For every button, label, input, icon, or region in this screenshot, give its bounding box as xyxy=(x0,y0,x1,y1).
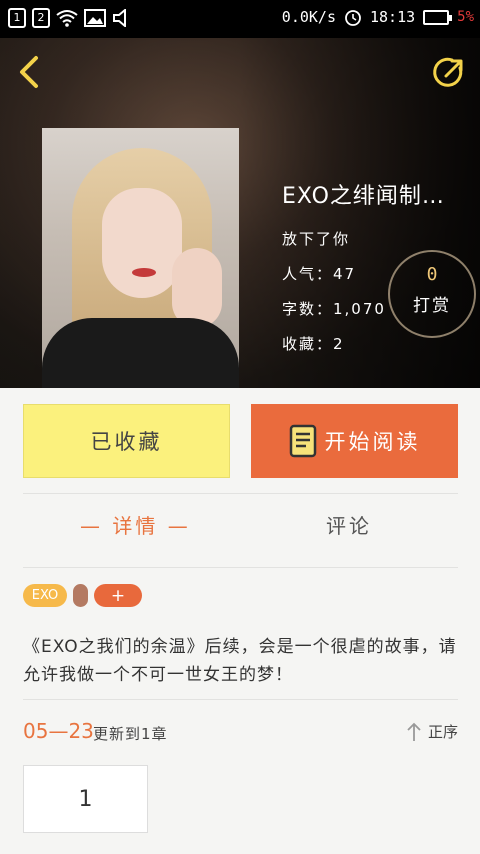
image-icon xyxy=(84,9,106,27)
update-date: 05—23 xyxy=(23,719,94,743)
sim1-icon: 1 xyxy=(8,8,26,28)
start-reading-button[interactable]: 开始阅读 xyxy=(251,404,458,478)
chapter-item[interactable]: 1 xyxy=(23,765,148,833)
tab-detail[interactable]: — 详情 — xyxy=(80,510,191,539)
start-reading-label: 开始阅读 xyxy=(324,430,421,454)
book-description: 《EXO之我们的余温》后续，会是一个很虐的故事，请允许我做一个不可一世女王的梦！ xyxy=(23,637,457,685)
sort-order-label: 正序 xyxy=(427,723,458,741)
book-icon xyxy=(289,424,316,458)
book-title: EXO之绯闻制… xyxy=(282,184,445,209)
update-row: 05—23 更新到1章 正序 xyxy=(23,717,458,747)
sort-order-button[interactable]: 正序 xyxy=(406,721,458,742)
tag-list: EXO + xyxy=(23,584,142,607)
tag-exo[interactable]: EXO xyxy=(23,584,67,607)
clock: 18:13 xyxy=(369,8,416,26)
volume-icon xyxy=(113,9,126,27)
divider xyxy=(23,567,458,568)
book-author[interactable]: 放下了你 xyxy=(282,228,472,249)
favorited-button[interactable]: 已收藏 xyxy=(23,404,230,478)
tab-comment[interactable]: 评论 xyxy=(326,510,372,539)
arrow-up-icon xyxy=(407,722,421,741)
book-cover-image xyxy=(42,128,239,388)
add-tag-button[interactable]: + xyxy=(94,584,142,607)
back-arrow-icon[interactable] xyxy=(14,54,46,90)
wifi-icon xyxy=(56,10,78,27)
favorited-label: 已收藏 xyxy=(90,430,163,454)
divider xyxy=(23,493,458,494)
tip-label: 打赏 xyxy=(413,296,451,316)
divider xyxy=(23,699,458,700)
tip-button[interactable]: 0 打赏 xyxy=(388,250,476,338)
battery-icon xyxy=(423,9,453,25)
network-speed: 0.0K/s xyxy=(281,8,336,26)
status-bar: 1 2 0.0K/s 18:13 5% xyxy=(0,0,480,38)
battery-percent: 5% xyxy=(457,9,474,25)
book-header: EXO之绯闻制… 放下了你 人气：47 字数：1,070 收藏：2 0 打赏 xyxy=(0,38,480,388)
tip-count: 0 xyxy=(426,264,438,285)
alarm-icon xyxy=(345,10,361,26)
tag-dot[interactable] xyxy=(73,584,88,607)
update-text: 更新到1章 xyxy=(93,725,168,743)
share-icon[interactable] xyxy=(430,54,468,92)
sim2-icon: 2 xyxy=(32,8,50,28)
